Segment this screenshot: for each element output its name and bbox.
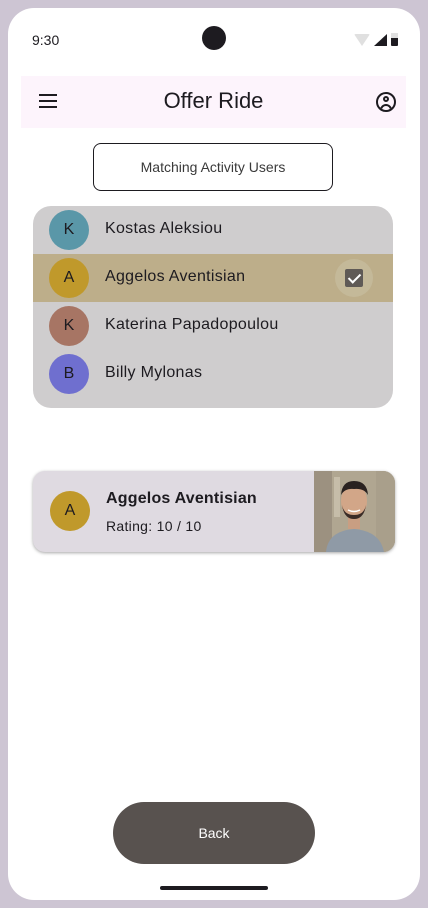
user-row[interactable]: B Billy Mylonas [33, 350, 393, 398]
wifi-icon [354, 34, 370, 46]
user-list: K Kostas Aleksiou A Aggelos Aventisian K… [33, 206, 393, 408]
top-app-bar: Offer Ride [21, 76, 406, 128]
battery-icon [391, 33, 398, 46]
user-row[interactable]: A Aggelos Aventisian [33, 254, 393, 302]
avatar: K [49, 210, 89, 250]
user-name: Kostas Aleksiou [105, 220, 223, 237]
user-name: Billy Mylonas [105, 364, 203, 381]
selected-user-rating: Rating: 10 / 10 [106, 518, 202, 534]
selected-user-name: Aggelos Aventisian [106, 490, 257, 507]
avatar: B [49, 354, 89, 394]
avatar: A [49, 258, 89, 298]
camera-cutout [202, 26, 226, 50]
matching-activity-users-button[interactable]: Matching Activity Users [93, 143, 333, 191]
user-name: Aggelos Aventisian [105, 268, 246, 285]
profile-photo [314, 471, 395, 552]
avatar: K [49, 306, 89, 346]
home-indicator[interactable] [160, 886, 268, 890]
device-frame: 9:30 Offer Ride Matching Activity Users … [0, 0, 428, 908]
page-title: Offer Ride [163, 88, 264, 113]
phone-screen: 9:30 Offer Ride Matching Activity Users … [8, 8, 420, 900]
user-row[interactable]: K Katerina Papadopoulou [33, 302, 393, 350]
back-button[interactable]: Back [113, 802, 315, 864]
selected-user-card[interactable]: A Aggelos Aventisian Rating: 10 / 10 [33, 471, 395, 552]
avatar: A [50, 491, 90, 531]
user-row[interactable]: K Kostas Aleksiou [33, 206, 393, 254]
status-time: 9:30 [32, 32, 60, 48]
user-checkbox[interactable] [335, 259, 373, 297]
signal-icon [374, 34, 387, 46]
checkbox-checked-icon [345, 269, 363, 287]
user-name: Katerina Papadopoulou [105, 316, 279, 333]
account-icon[interactable] [376, 92, 396, 112]
status-icons [354, 33, 398, 46]
